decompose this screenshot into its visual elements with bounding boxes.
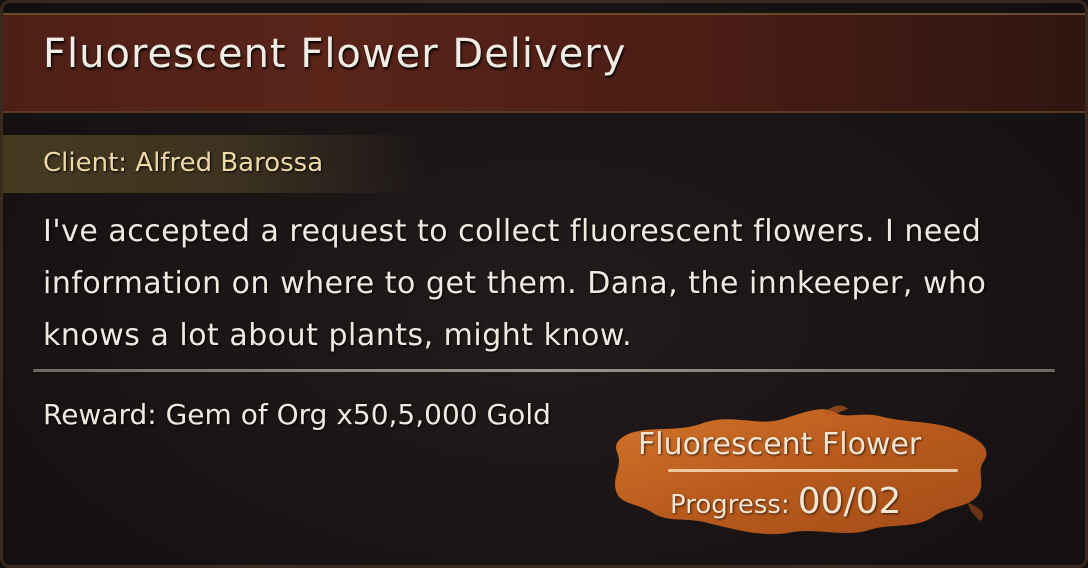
quest-reward: Reward: Gem of Org x50,5,000 Gold — [43, 398, 551, 431]
divider — [33, 369, 1055, 372]
quest-client: Client: Alfred Barossa — [43, 148, 324, 178]
objective-progress: Progress: 00/02 — [670, 481, 901, 522]
quest-description: I've accepted a request to collect fluor… — [43, 214, 987, 353]
objective-name: Fluorescent Flower — [638, 427, 922, 462]
objective-tracker: Fluorescent Flower Progress: 00/02 — [608, 403, 993, 538]
quest-title: Fluorescent Flower Delivery — [43, 31, 627, 77]
objective-underline — [668, 469, 958, 472]
progress-value: 00/02 — [797, 481, 902, 522]
quest-panel: Fluorescent Flower Delivery Client: Alfr… — [0, 0, 1088, 568]
progress-label: Progress: — [670, 490, 790, 520]
